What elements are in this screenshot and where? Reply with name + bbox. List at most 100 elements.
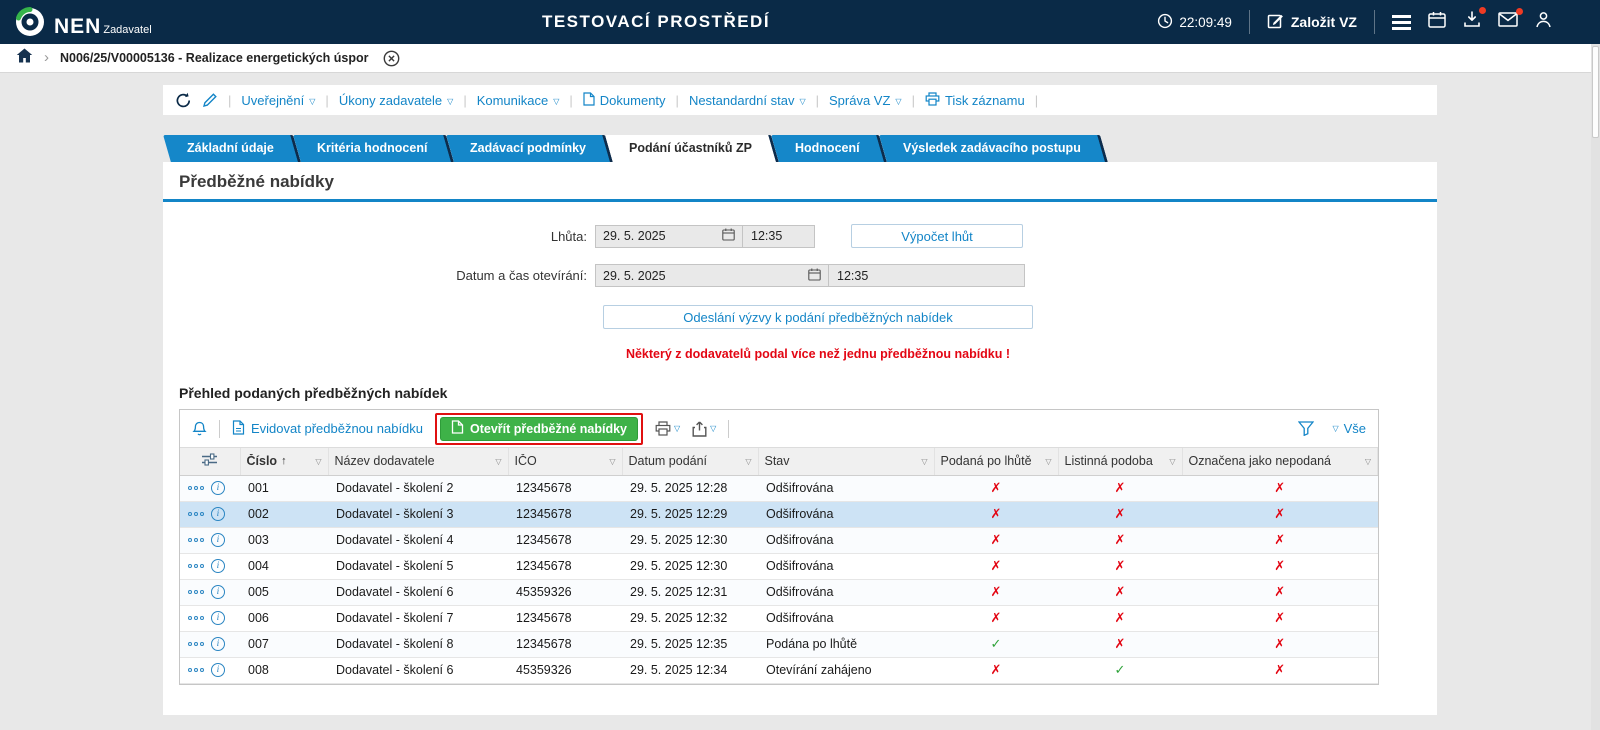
deadline-time-value[interactable]: 12:35 bbox=[742, 226, 814, 247]
view-filter-label: Vše bbox=[1344, 421, 1366, 436]
edit-icon[interactable] bbox=[202, 92, 218, 108]
deadline-date-value[interactable]: 29. 5. 2025 bbox=[603, 229, 666, 243]
row-menu-icon[interactable] bbox=[188, 538, 204, 542]
opening-time-value[interactable]: 12:35 bbox=[828, 265, 1024, 286]
tab-5[interactable]: Hodnocení bbox=[771, 135, 886, 162]
table-row-004[interactable]: i004Dodavatel - školení 51234567829. 5. … bbox=[180, 553, 1378, 579]
row-menu-icon[interactable] bbox=[188, 512, 204, 516]
filter-dropdown-icon[interactable]: ▽ bbox=[495, 457, 501, 466]
menu-item-3[interactable]: Komunikace▽ bbox=[477, 93, 560, 108]
filter-dropdown-icon[interactable]: ▽ bbox=[609, 457, 615, 466]
download-icon bbox=[1463, 11, 1481, 33]
menu-separator: | bbox=[816, 93, 819, 108]
scrollbar[interactable] bbox=[1591, 44, 1600, 730]
filter-icon[interactable] bbox=[1298, 421, 1314, 436]
tab-2[interactable]: Kritéria hodnocení bbox=[293, 135, 454, 162]
column-header-2[interactable]: Název dodavatele▽ bbox=[328, 448, 508, 475]
messages-button[interactable] bbox=[1498, 12, 1518, 32]
filter-dropdown-icon[interactable]: ▽ bbox=[1169, 457, 1175, 466]
register-bid-button[interactable]: Evidovat předběžnou nabídku bbox=[232, 420, 423, 438]
grid-toolbar: Evidovat předběžnou nabídku Otevřít před… bbox=[180, 410, 1378, 448]
create-vz-button[interactable]: Založit VZ bbox=[1267, 12, 1357, 32]
menu-item-4[interactable]: Dokumenty bbox=[583, 92, 666, 109]
row-status: Odšifrována bbox=[758, 579, 934, 605]
column-header-7[interactable]: Listinná podoba▽ bbox=[1058, 448, 1182, 475]
tab-4[interactable]: Podání účastníků ZP bbox=[605, 135, 779, 162]
annotation-box: Otevřít předběžné nabídky bbox=[435, 413, 643, 445]
history-icon[interactable] bbox=[175, 92, 192, 109]
home-icon[interactable] bbox=[16, 48, 33, 68]
row-menu-icon[interactable] bbox=[188, 590, 204, 594]
table-row-006[interactable]: i006Dodavatel - školení 71234567829. 5. … bbox=[180, 605, 1378, 631]
filter-dropdown-icon[interactable]: ▽ bbox=[745, 457, 751, 466]
column-header-8[interactable]: Označena jako nepodaná▽ bbox=[1182, 448, 1378, 475]
opening-datetime-field[interactable]: 29. 5. 2025 12:35 bbox=[595, 264, 1025, 287]
tab-1[interactable]: Základní údaje bbox=[163, 135, 301, 162]
info-icon[interactable]: i bbox=[211, 585, 225, 599]
row-menu-icon[interactable] bbox=[188, 616, 204, 620]
breadcrumb-item[interactable]: N006/25/V00005136 - Realizace energetick… bbox=[60, 51, 369, 65]
column-settings-icon[interactable] bbox=[201, 455, 218, 469]
menu-item-5[interactable]: Nestandardní stav▽ bbox=[689, 93, 806, 108]
calendar-icon[interactable] bbox=[722, 228, 735, 244]
column-header-4[interactable]: Datum podání▽ bbox=[622, 448, 758, 475]
tab-3[interactable]: Zadávací podmínky bbox=[446, 135, 613, 162]
info-icon[interactable]: i bbox=[211, 507, 225, 521]
info-icon[interactable]: i bbox=[211, 637, 225, 651]
info-icon[interactable]: i bbox=[211, 559, 225, 573]
topbar: NENZadavatel TESTOVACÍ PROSTŘEDÍ 22:09:4… bbox=[0, 0, 1600, 44]
downloads-button[interactable] bbox=[1463, 11, 1481, 33]
row-number: 005 bbox=[240, 579, 328, 605]
filter-dropdown-icon[interactable]: ▽ bbox=[1045, 457, 1051, 466]
column-header-5[interactable]: Stav▽ bbox=[758, 448, 934, 475]
row-menu-icon[interactable] bbox=[188, 564, 204, 568]
send-invitation-button[interactable]: Odeslání výzvy k podání předběžných nabí… bbox=[603, 305, 1033, 329]
table-row-003[interactable]: i003Dodavatel - školení 41234567829. 5. … bbox=[180, 527, 1378, 553]
info-icon[interactable]: i bbox=[211, 481, 225, 495]
view-filter-dropdown[interactable]: ▽Vše bbox=[1332, 421, 1366, 436]
column-header-6[interactable]: Podaná po lhůtě▽ bbox=[934, 448, 1058, 475]
table-row-005[interactable]: i005Dodavatel - školení 64535932629. 5. … bbox=[180, 579, 1378, 605]
info-icon[interactable]: i bbox=[211, 663, 225, 677]
menu-item-2[interactable]: Úkony zadavatele▽ bbox=[339, 93, 454, 108]
menu-item-7[interactable]: Tisk záznamu bbox=[925, 92, 1025, 109]
calendar-button[interactable] bbox=[1428, 11, 1446, 33]
menu-item-6[interactable]: Správa VZ▽ bbox=[829, 93, 902, 108]
info-icon[interactable]: i bbox=[211, 533, 225, 547]
scrollbar-thumb[interactable] bbox=[1592, 46, 1599, 138]
tab-6[interactable]: Výsledek zadávacího postupu bbox=[879, 135, 1108, 162]
column-header-3[interactable]: IČO▽ bbox=[508, 448, 622, 475]
row-actions-cell: i bbox=[180, 657, 240, 683]
filter-dropdown-icon[interactable]: ▽ bbox=[1365, 457, 1371, 466]
profile-button[interactable] bbox=[1535, 11, 1552, 33]
open-bids-button[interactable]: Otevřít předběžné nabídky bbox=[440, 417, 638, 441]
print-button[interactable]: ▽ bbox=[655, 421, 680, 436]
info-icon[interactable]: i bbox=[211, 611, 225, 625]
deadline-datetime-field[interactable]: 29. 5. 2025 12:35 bbox=[595, 225, 815, 248]
clock: 22:09:49 bbox=[1157, 13, 1232, 32]
column-header-1[interactable]: Číslo↑▽ bbox=[240, 448, 328, 475]
calendar-icon[interactable] bbox=[808, 268, 821, 284]
row-paper: ✗ bbox=[1058, 553, 1182, 579]
menu-separator: | bbox=[463, 93, 466, 108]
row-status: Podána po lhůtě bbox=[758, 631, 934, 657]
row-menu-icon[interactable] bbox=[188, 486, 204, 490]
table-row-001[interactable]: i001Dodavatel - školení 21234567829. 5. … bbox=[180, 475, 1378, 501]
brand[interactable]: NENZadavatel bbox=[14, 6, 152, 38]
row-menu-icon[interactable] bbox=[188, 668, 204, 672]
menu-separator: | bbox=[569, 93, 572, 108]
filter-dropdown-icon[interactable]: ▽ bbox=[921, 457, 927, 466]
menu-item-1[interactable]: Uveřejnění▽ bbox=[241, 93, 315, 108]
opening-date-value[interactable]: 29. 5. 2025 bbox=[603, 269, 666, 283]
create-vz-label: Založit VZ bbox=[1291, 14, 1357, 30]
bell-icon[interactable] bbox=[192, 421, 207, 437]
table-row-008[interactable]: i008Dodavatel - školení 64535932629. 5. … bbox=[180, 657, 1378, 683]
filter-dropdown-icon[interactable]: ▽ bbox=[315, 457, 321, 466]
table-row-007[interactable]: i007Dodavatel - školení 81234567829. 5. … bbox=[180, 631, 1378, 657]
calc-deadlines-button[interactable]: Výpočet lhůt bbox=[851, 224, 1023, 248]
close-icon[interactable] bbox=[383, 50, 400, 67]
export-button[interactable]: ▽ bbox=[692, 421, 716, 437]
row-menu-icon[interactable] bbox=[188, 642, 204, 646]
table-row-002[interactable]: i002Dodavatel - školení 31234567829. 5. … bbox=[180, 501, 1378, 527]
menu-button[interactable] bbox=[1392, 15, 1411, 30]
